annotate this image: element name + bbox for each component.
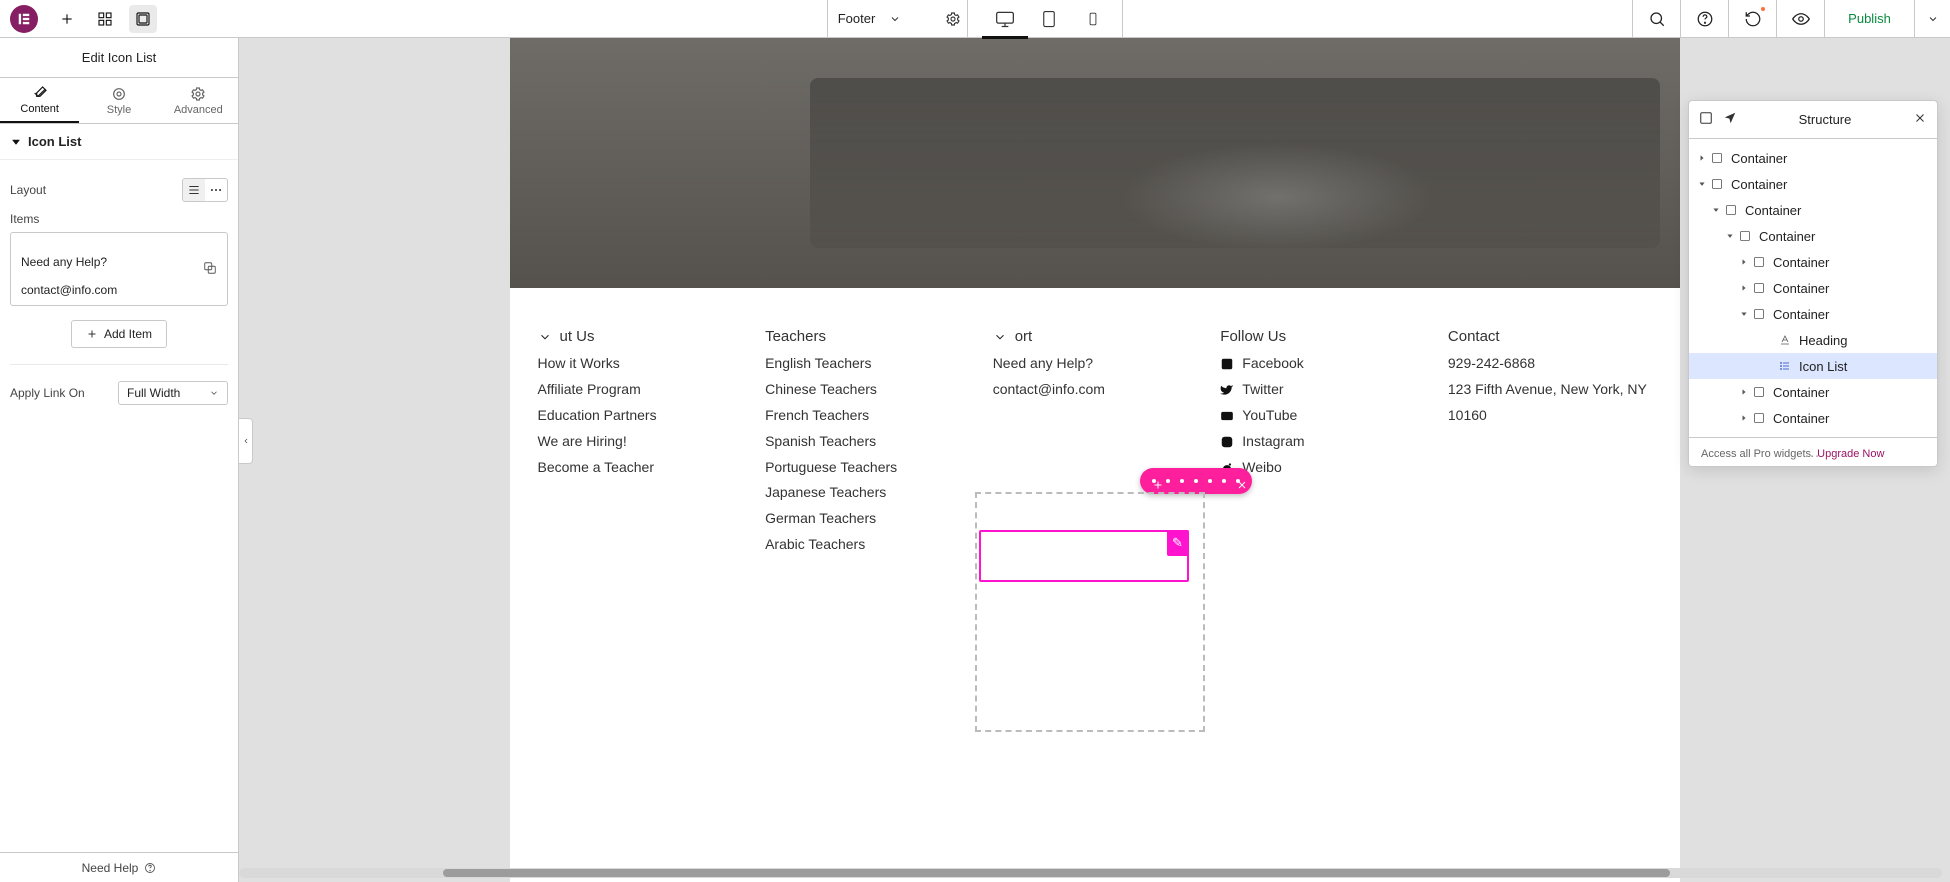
page-switcher: Footer xyxy=(827,0,1124,38)
copy-icon[interactable] xyxy=(203,261,217,278)
add-item-button[interactable]: Add Item xyxy=(71,320,167,348)
close-icon[interactable] xyxy=(1913,111,1927,128)
page-title: Footer xyxy=(838,11,876,26)
footer-link[interactable]: Education Partners xyxy=(538,403,742,429)
item-text: Need any Help? contact@info.com xyxy=(21,241,117,297)
footer-link[interactable]: Affiliate Program xyxy=(538,377,742,403)
finder-icon[interactable] xyxy=(1632,0,1680,37)
ellipsis-icon: … xyxy=(1689,444,1937,462)
tree-node-container[interactable]: Container xyxy=(1689,223,1937,249)
tab-advanced[interactable]: Advanced xyxy=(159,78,238,123)
layout-label: Layout xyxy=(10,183,46,197)
tree-node-container[interactable]: Container xyxy=(1689,197,1937,223)
notification-dot xyxy=(1759,5,1767,13)
add-widget-icon[interactable] xyxy=(53,5,81,33)
footer-link[interactable]: French Teachers xyxy=(765,403,969,429)
contact-phone: 929-242-6868 xyxy=(1448,355,1535,371)
footer-col-about: ut Us How it Works Affiliate Program Edu… xyxy=(538,328,742,558)
tab-style[interactable]: Style xyxy=(79,78,158,123)
tab-content-label: Content xyxy=(20,103,59,115)
footer-link[interactable]: Spanish Teachers xyxy=(765,429,969,455)
apply-link-label: Apply Link On xyxy=(10,386,85,400)
history-icon[interactable] xyxy=(1728,0,1776,37)
section-title-label: Icon List xyxy=(28,134,81,149)
navigate-icon[interactable] xyxy=(1723,111,1737,128)
footer-grid: ut Us How it Works Affiliate Program Edu… xyxy=(510,288,1680,678)
structure-tree: Container Container Container Container … xyxy=(1689,139,1937,437)
layout-option-inline[interactable] xyxy=(205,179,227,201)
horizontal-scrollbar[interactable] xyxy=(239,868,1942,878)
hero-image-placeholder xyxy=(510,38,1680,288)
tree-node-icon-list[interactable]: Icon List xyxy=(1689,353,1937,379)
layout-option-default[interactable] xyxy=(183,179,205,201)
device-mobile-icon[interactable] xyxy=(1082,10,1104,28)
footer-link[interactable]: Chinese Teachers xyxy=(765,377,969,403)
footer-link[interactable]: Become a Teacher xyxy=(538,455,742,481)
publish-button[interactable]: Publish xyxy=(1824,0,1914,37)
footer-link[interactable]: Portuguese Teachers xyxy=(765,455,969,481)
structure-panel: Structure Container Container Container … xyxy=(1688,100,1938,467)
widget-settings-panel: Edit Icon List Content Style Advanced Ic… xyxy=(0,38,239,882)
widget-close-icon[interactable] xyxy=(1236,479,1240,483)
tree-node-container[interactable]: Container xyxy=(1689,171,1937,197)
footer-col-contact: Contact 929-242-6868 123 Fifth Avenue, N… xyxy=(1448,328,1652,558)
apply-link-value: Full Width xyxy=(127,386,180,400)
support-icon-list[interactable]: Need any Help? contact@info.com xyxy=(993,351,1197,403)
page-dropdown[interactable]: Footer xyxy=(827,0,969,38)
publish-options-dropdown[interactable] xyxy=(1914,0,1950,37)
add-item-label: Add Item xyxy=(104,327,152,341)
footer-link[interactable]: German Teachers xyxy=(765,506,969,532)
footer-social-link[interactable]: YouTube xyxy=(1220,403,1424,429)
sitemap-icon[interactable] xyxy=(91,5,119,33)
contact-address: 123 Fifth Avenue, New York, NY 10160 xyxy=(1448,381,1647,423)
footer-link[interactable]: English Teachers xyxy=(765,351,969,377)
help-icon[interactable] xyxy=(1680,0,1728,37)
top-bar: Footer xyxy=(0,0,1950,38)
footer-col-follow: Follow Us Facebook Twitter YouTube Insta… xyxy=(1220,328,1424,558)
widget-add-icon[interactable] xyxy=(1152,479,1156,483)
section-toggle[interactable]: Icon List xyxy=(0,124,238,160)
item-row[interactable]: Need any Help? contact@info.com xyxy=(10,232,228,306)
device-tablet-icon[interactable] xyxy=(1038,10,1060,28)
tree-node-container[interactable]: Container xyxy=(1689,405,1937,431)
footer-social-link[interactable]: Facebook xyxy=(1220,351,1424,377)
apply-link-select[interactable]: Full Width xyxy=(118,381,228,405)
footer-social-link[interactable]: Twitter xyxy=(1220,377,1424,403)
tree-node-container[interactable]: Container xyxy=(1689,301,1937,327)
widget-inline-toolbar xyxy=(1140,468,1252,494)
elementor-logo[interactable] xyxy=(10,5,38,33)
dock-icon[interactable] xyxy=(1699,111,1713,128)
preview-icon[interactable] xyxy=(1776,0,1824,37)
upgrade-bar: Access all Pro widgets. Upgrade Now … xyxy=(1689,437,1937,466)
tree-node-container[interactable]: Container xyxy=(1689,275,1937,301)
sidebar-title: Edit Icon List xyxy=(0,38,238,78)
gear-icon[interactable] xyxy=(945,11,961,27)
footer-link[interactable]: Japanese Teachers xyxy=(765,480,969,506)
tree-node-container[interactable]: Container xyxy=(1689,379,1937,405)
footer-col-teachers: Teachers English Teachers Chinese Teache… xyxy=(765,328,969,558)
footer-link[interactable]: Arabic Teachers xyxy=(765,532,969,558)
sidebar-help-label: Need Help xyxy=(82,861,139,875)
layout-toggle xyxy=(182,178,228,202)
tree-node-container[interactable]: Container xyxy=(1689,145,1937,171)
scrollbar-thumb[interactable] xyxy=(443,869,1669,877)
tree-node-container[interactable]: Container xyxy=(1689,249,1937,275)
structure-title: Structure xyxy=(1799,112,1852,127)
footer-social-link[interactable]: Instagram xyxy=(1220,429,1424,455)
sidebar-help[interactable]: Need Help xyxy=(0,852,238,882)
page: ut Us How it Works Affiliate Program Edu… xyxy=(510,38,1680,882)
tree-node-heading[interactable]: Heading xyxy=(1689,327,1937,353)
tab-style-label: Style xyxy=(107,104,131,116)
device-desktop-icon[interactable] xyxy=(994,9,1016,29)
divider xyxy=(10,364,228,365)
footer-link[interactable]: How it Works xyxy=(538,351,742,377)
tab-advanced-label: Advanced xyxy=(174,104,223,116)
tab-content[interactable]: Content xyxy=(0,78,79,123)
footer-col-support: ort Need any Help? contact@info.com xyxy=(993,328,1197,558)
structure-toggle-icon[interactable] xyxy=(129,5,157,33)
items-label: Items xyxy=(10,212,228,226)
collapse-sidebar-icon[interactable] xyxy=(239,418,253,464)
footer-link[interactable]: We are Hiring! xyxy=(538,429,742,455)
